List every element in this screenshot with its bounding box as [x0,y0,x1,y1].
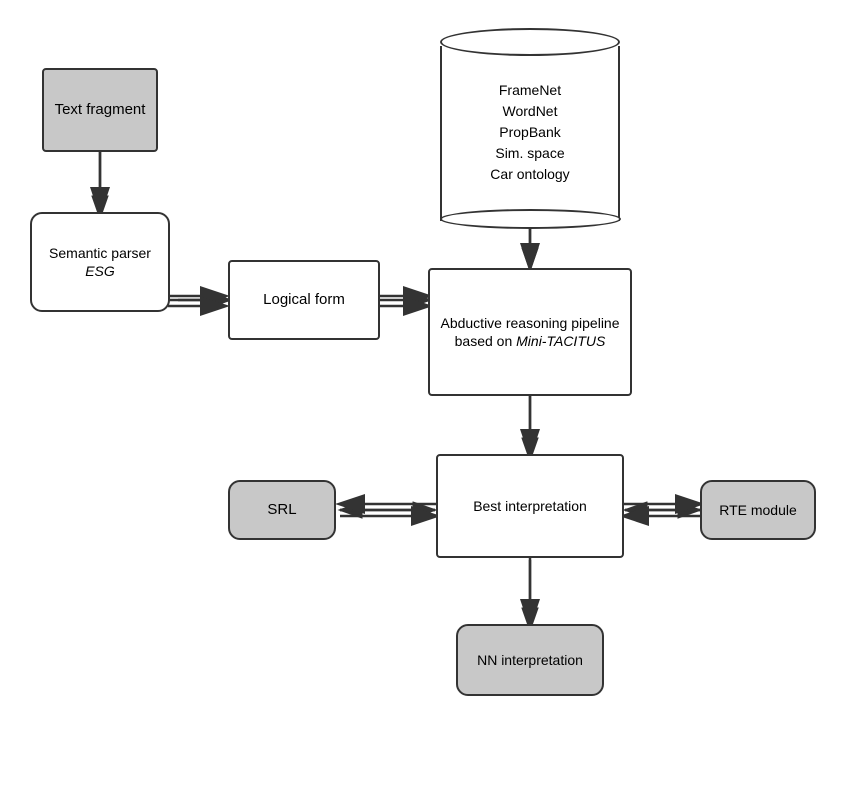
srl-label: SRL [267,500,296,520]
text-fragment-label: Text fragment [55,100,146,120]
text-fragment-box: Text fragment [42,68,158,152]
abductive-label: Abductive reasoning pipelinebased on Min… [440,314,619,350]
srl-box: SRL [228,480,336,540]
best-interpretation-box: Best interpretation [436,454,624,558]
semantic-parser-box: Semantic parserESG [30,212,170,312]
diagram: Text fragment Semantic parserESG Logical… [0,0,866,794]
rte-module-label: RTE module [719,501,797,519]
best-interpretation-label: Best interpretation [473,497,587,515]
nn-interpretation-box: NN interpretation [456,624,604,696]
database-cylinder: FrameNetWordNetPropBankSim. spaceCar ont… [440,28,620,221]
database-label: FrameNetWordNetPropBankSim. spaceCar ont… [480,80,579,185]
rte-module-box: RTE module [700,480,816,540]
abductive-box: Abductive reasoning pipelinebased on Min… [428,268,632,396]
semantic-parser-label: Semantic parserESG [49,244,151,280]
nn-interpretation-label: NN interpretation [477,651,583,669]
logical-form-box: Logical form [228,260,380,340]
logical-form-label: Logical form [263,290,345,310]
